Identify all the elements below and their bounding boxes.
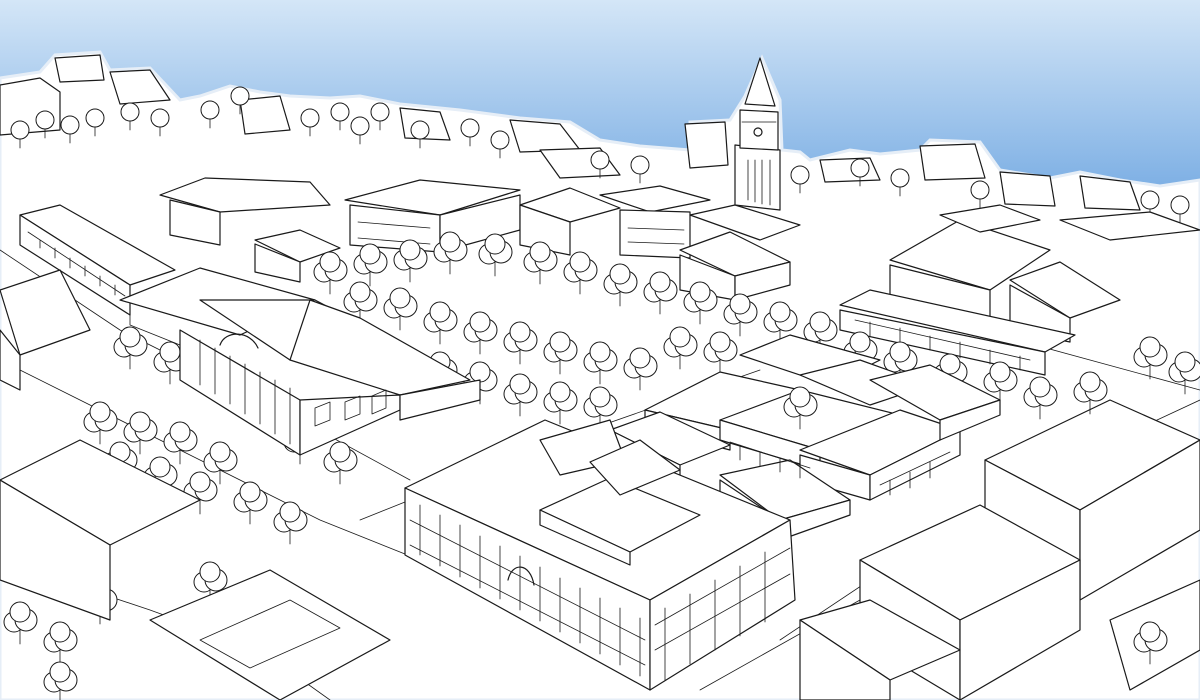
campus-sketch-svg [0,0,1200,700]
campus-sketch-scene [0,0,1200,700]
